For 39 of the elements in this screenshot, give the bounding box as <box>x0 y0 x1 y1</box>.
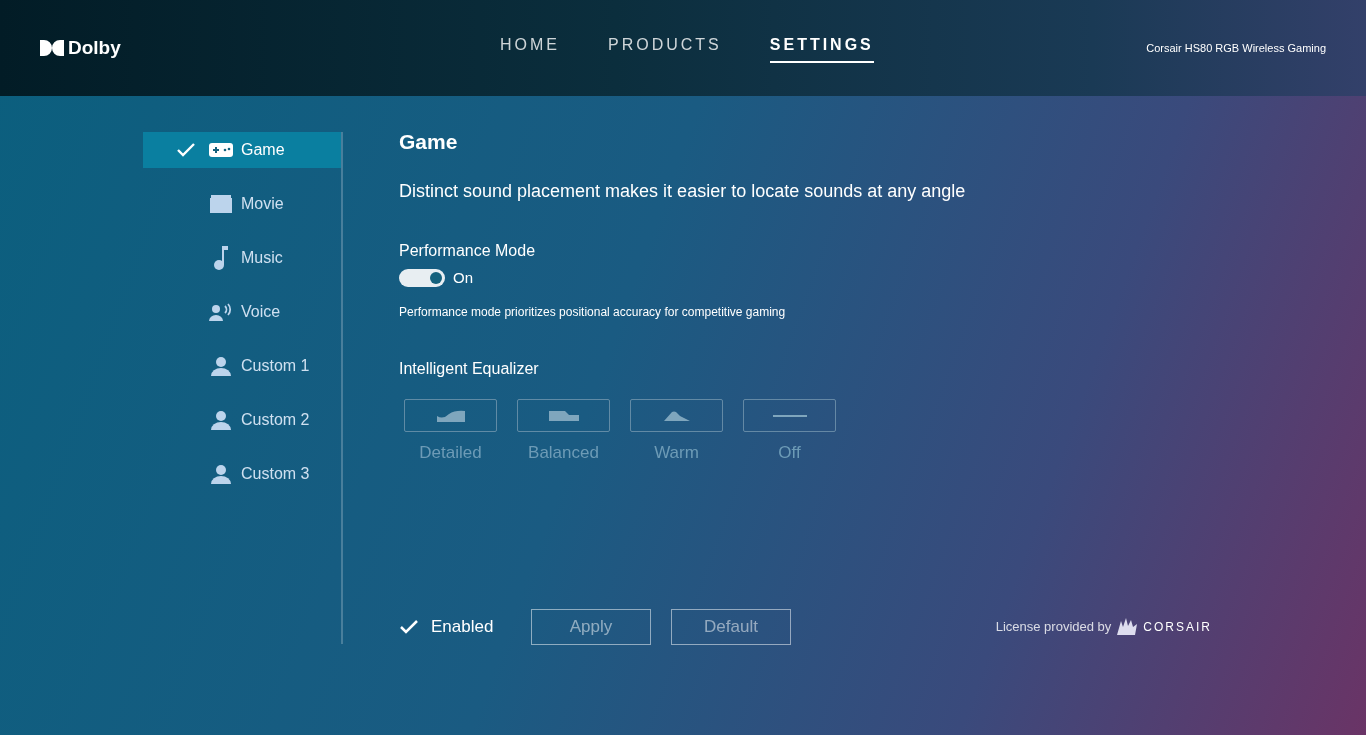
toggle-label: On <box>453 267 473 288</box>
speaking-person-icon <box>209 303 233 321</box>
description: Distinct sound placement makes it easier to locate sounds at any angle <box>399 179 967 203</box>
person-icon <box>211 464 231 484</box>
nav-tab[interactable]: SETTINGS <box>769 33 874 63</box>
sidebar-item[interactable]: Custom 3 <box>143 456 341 492</box>
gamepad-icon <box>209 143 233 157</box>
sidebar-item[interactable]: Custom 2 <box>143 402 341 438</box>
logo-icon <box>40 40 64 56</box>
person-icon <box>211 410 231 430</box>
checkbox-label: Enabled <box>431 616 494 639</box>
check-icon[interactable] <box>399 619 419 635</box>
flat-line-icon <box>772 414 807 417</box>
setting-label: Intelligent Equalizer <box>399 359 540 379</box>
preset-label: Warm <box>654 442 699 464</box>
sidebar-item[interactable]: Voice <box>143 294 341 330</box>
device-name: Corsair HS80 RGB Wireless Gaming <box>1146 40 1326 56</box>
toggle-switch[interactable] <box>399 268 445 287</box>
sidebar-item[interactable]: Movie <box>143 186 341 222</box>
sidebar-item[interactable]: Music <box>143 240 341 276</box>
eq-curve-icon <box>663 410 690 421</box>
person-icon <box>211 356 231 376</box>
hint-text: Performance mode prioritizes positional accuracy for competitive gaming <box>399 304 787 321</box>
preset-label: Off <box>778 442 801 464</box>
nav-tab[interactable]: HOME <box>500 33 560 63</box>
license-text: License provided by <box>995 618 1112 637</box>
nav-tab[interactable]: PRODUCTS <box>608 33 722 63</box>
eq-curve-icon <box>436 409 465 422</box>
brand-text: CORSAIR <box>1143 619 1212 636</box>
setting-label: Performance Mode <box>399 240 537 261</box>
logo-text: Dolby <box>68 35 121 60</box>
page-title: Game <box>399 129 459 155</box>
preset-label: Detailed <box>419 442 482 464</box>
preset-label: Balanced <box>528 442 599 464</box>
music-note-icon <box>214 246 228 270</box>
eq-curve-icon <box>548 410 579 421</box>
check-icon <box>177 143 195 157</box>
sidebar-item[interactable]: Game <box>143 132 341 168</box>
sidebar-item[interactable]: Custom 1 <box>143 348 341 384</box>
